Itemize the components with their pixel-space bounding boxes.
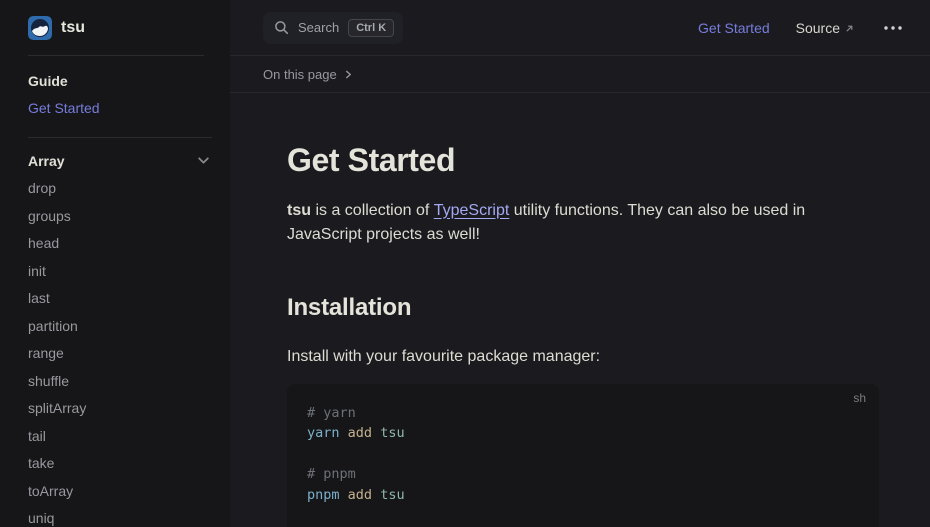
sidebar-item-drop[interactable]: drop: [28, 175, 210, 203]
chevron-right-icon: [344, 70, 353, 79]
code-token-arg: add: [348, 487, 372, 503]
navbar: Search Ctrl K Get Started Source: [230, 0, 930, 56]
code-line: pnpm add tsu: [307, 485, 855, 506]
code-token-plain: [340, 487, 348, 503]
code-line: [307, 505, 855, 526]
ellipsis-icon: [883, 25, 903, 31]
code-language-badge: sh: [853, 391, 866, 405]
nav-link-get-started[interactable]: Get Started: [698, 20, 770, 36]
sidebar-item-groups[interactable]: groups: [28, 202, 210, 230]
installation-heading: Installation: [287, 294, 879, 322]
search-button[interactable]: Search Ctrl K: [263, 12, 403, 44]
main-column: Search Ctrl K Get Started Source On th: [230, 0, 930, 527]
code-token-plain: [372, 425, 380, 441]
navbar-links: Get Started Source: [698, 20, 905, 36]
page-title: Get Started: [287, 140, 879, 182]
search-icon: [274, 20, 289, 35]
code-block: sh # yarn yarn add tsu # pnpm pnpm add tsu…: [287, 384, 879, 527]
search-label: Search: [298, 20, 339, 35]
code-token-comment: # yarn: [307, 405, 356, 421]
sidebar-item-last[interactable]: last: [28, 285, 210, 313]
sidebar-group-divider: [28, 137, 212, 138]
code-token-command: yarn: [307, 425, 340, 441]
sidebar-nav: Guide Get Started Array dropgroupsheadinitl…: [0, 56, 230, 527]
code-token-value: tsu: [380, 487, 404, 503]
sidebar: tsu Guide Get Started Array dropgroupsheadi…: [0, 0, 230, 527]
code-line: # pnpm: [307, 464, 855, 485]
sidebar-item-uniq[interactable]: uniq: [28, 505, 210, 527]
sidebar-item-head[interactable]: head: [28, 230, 210, 258]
sidebar-group-guide: Guide: [28, 67, 210, 95]
sidebar-item-partition[interactable]: partition: [28, 312, 210, 340]
code-token-plain: [340, 425, 348, 441]
sidebar-group-title: Guide: [28, 73, 68, 89]
sidebar-item-take[interactable]: take: [28, 450, 210, 478]
sidebar-item-range[interactable]: range: [28, 340, 210, 368]
on-this-page-button[interactable]: On this page: [263, 67, 353, 82]
tsu-logo-icon: [28, 16, 52, 40]
code-token-plain: [372, 487, 380, 503]
chevron-down-icon: [197, 154, 210, 167]
external-link-icon: [844, 23, 855, 34]
sidebar-item-shuffle[interactable]: shuffle: [28, 367, 210, 395]
sidebar-item-init[interactable]: init: [28, 257, 210, 285]
code-token-comment: # pnpm: [307, 466, 356, 482]
sidebar-group-title: Array: [28, 153, 65, 169]
site-logo-link[interactable]: tsu: [0, 0, 230, 55]
code-line: # yarn: [307, 403, 855, 424]
code-content: # yarnyarn add tsu # pnpmpnpm add tsu # …: [307, 403, 855, 527]
sidebar-item-tail[interactable]: tail: [28, 422, 210, 450]
sidebar-item-splitarray[interactable]: splitArray: [28, 395, 210, 423]
code-token-value: tsu: [380, 425, 404, 441]
on-this-page-label: On this page: [263, 67, 337, 82]
code-token-arg: add: [348, 425, 372, 441]
code-line: [307, 444, 855, 465]
code-token-command: pnpm: [307, 487, 340, 503]
code-line: yarn add tsu: [307, 423, 855, 444]
local-nav-bar: On this page: [230, 56, 930, 93]
typescript-link[interactable]: TypeScript: [434, 202, 510, 219]
nav-link-source-label: Source: [796, 20, 840, 36]
sidebar-group-array[interactable]: Array: [28, 147, 210, 175]
nav-link-source[interactable]: Source: [796, 20, 855, 36]
intro-text-segment: tsu: [287, 202, 311, 219]
intro-text-segment: is a collection of: [311, 202, 434, 219]
sidebar-item-get-started[interactable]: Get Started: [28, 95, 210, 123]
sidebar-item-toarray[interactable]: toArray: [28, 477, 210, 505]
site-title: tsu: [61, 19, 85, 37]
installation-hint: Install with your favourite package mana…: [287, 345, 879, 369]
intro-paragraph: tsu is a collection of TypeScript utilit…: [287, 199, 847, 247]
search-shortcut-kbd: Ctrl K: [348, 19, 394, 37]
page-content: Get Started tsu is a collection of TypeS…: [230, 93, 930, 527]
more-menu-button[interactable]: [881, 21, 905, 35]
